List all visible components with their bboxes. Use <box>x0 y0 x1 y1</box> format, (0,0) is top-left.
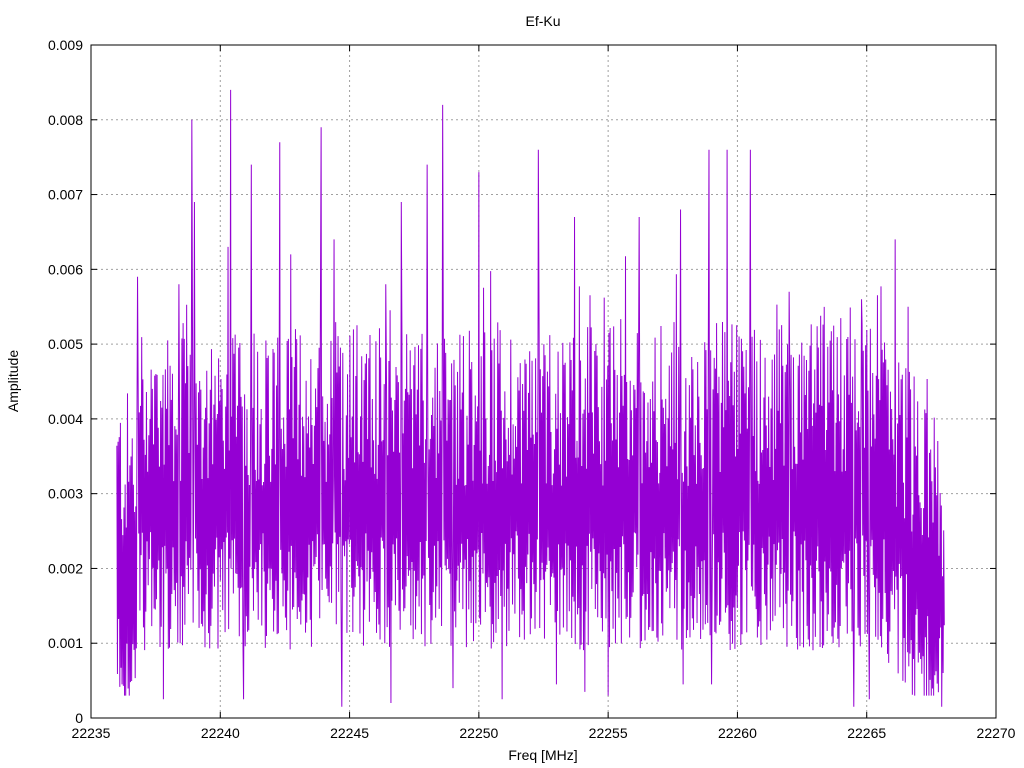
y-tick-label: 0 <box>75 710 83 726</box>
series-line <box>116 89 945 707</box>
x-tick-label: 22270 <box>977 725 1016 741</box>
x-tick-label: 22265 <box>847 725 886 741</box>
y-tick-label: 0.008 <box>48 112 83 128</box>
x-tick-label: 22250 <box>459 725 498 741</box>
series-layer <box>116 89 945 707</box>
y-tick-label: 0.005 <box>48 336 83 352</box>
x-tick-label: 22245 <box>330 725 369 741</box>
chart-container: 22235 22240 22245 22250 22255 22260 22265 22270… <box>0 0 1024 768</box>
y-tick-label: 0.009 <box>48 37 83 53</box>
x-tick-label: 22235 <box>72 725 111 741</box>
y-tick-label: 0.006 <box>48 261 83 277</box>
y-axis-label: Amplitude <box>5 350 21 412</box>
y-tick-label: 0.003 <box>48 486 83 502</box>
y-tick-label: 0.004 <box>48 411 83 427</box>
x-tick-label: 22255 <box>589 725 628 741</box>
x-axis-label: Freq [MHz] <box>508 747 577 763</box>
y-tick-label: 0.002 <box>48 560 83 576</box>
chart-title: Ef-Ku <box>525 13 560 29</box>
x-tick-label: 22240 <box>201 725 240 741</box>
x-tick-label: 22260 <box>718 725 757 741</box>
y-tick-label: 0.007 <box>48 187 83 203</box>
y-tick-label: 0.001 <box>48 635 83 651</box>
amplitude-spectrum-chart: 22235 22240 22245 22250 22255 22260 22265 22270… <box>5 13 1016 763</box>
